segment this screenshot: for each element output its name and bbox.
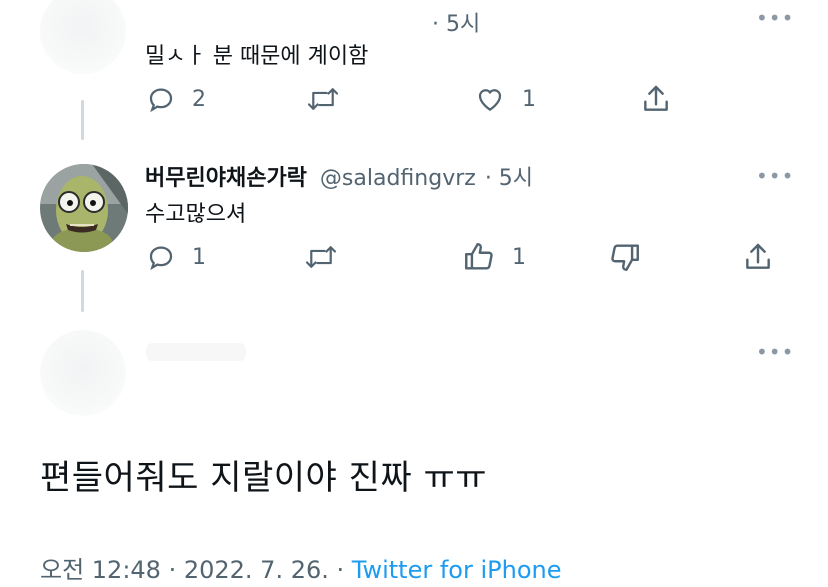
thread-line [81, 270, 84, 312]
share-icon [742, 241, 774, 273]
blurred-name [146, 343, 246, 361]
tweet-footer: 오전 12:48 · 2022. 7. 26. · Twitter for iP… [40, 550, 561, 585]
tweet-time[interactable]: · 5시 [432, 6, 480, 38]
tweet-text: 밀ㅅㅏ 분 때문에 계이함 [145, 44, 369, 69]
reply-button[interactable]: 1 [146, 242, 206, 272]
reply-icon [146, 84, 176, 114]
share-button[interactable] [742, 241, 774, 273]
more-options-button[interactable]: ••• [756, 342, 794, 362]
reply-icon [146, 242, 176, 272]
tweet-header: 버무린야채손가락 @saladfingvrz · 5시 [145, 160, 533, 192]
avatar[interactable] [40, 330, 126, 416]
reply-button[interactable]: 2 [146, 84, 206, 114]
main-tweet-text: 편들어줘도 지랄이야 진짜 ㅠㅠ [40, 458, 488, 498]
share-button[interactable] [640, 83, 672, 115]
downvote-button[interactable] [608, 240, 642, 274]
tweet-time[interactable]: · 5시 [485, 166, 533, 191]
upvote-count: 1 [512, 244, 526, 270]
like-button[interactable]: 1 [474, 84, 536, 114]
upvote-button[interactable]: 1 [462, 240, 526, 274]
tweet-timestamp[interactable]: 오전 12:48 · 2022. 7. 26. · [40, 556, 352, 584]
retweet-button[interactable] [306, 84, 340, 114]
retweet-button[interactable] [304, 242, 338, 272]
avatar[interactable] [40, 0, 126, 74]
thumbs-down-icon [608, 240, 642, 274]
handle[interactable]: @saladfingvrz [320, 166, 476, 191]
avatar[interactable] [40, 164, 128, 252]
source-link[interactable]: Twitter for iPhone [352, 556, 562, 584]
heart-icon [474, 84, 506, 114]
like-count: 1 [522, 86, 536, 112]
share-icon [640, 83, 672, 115]
retweet-icon [306, 84, 340, 114]
reply-count: 2 [192, 86, 206, 112]
display-name[interactable]: 버무린야채손가락 [145, 166, 307, 191]
thread-line [81, 100, 84, 140]
retweet-icon [304, 242, 338, 272]
more-options-button[interactable]: ••• [756, 166, 794, 186]
thumbs-up-icon [462, 240, 496, 274]
tweet-text: 수고많으셔 [145, 202, 247, 227]
reply-count: 1 [192, 244, 206, 270]
more-options-button[interactable]: ••• [756, 8, 794, 28]
